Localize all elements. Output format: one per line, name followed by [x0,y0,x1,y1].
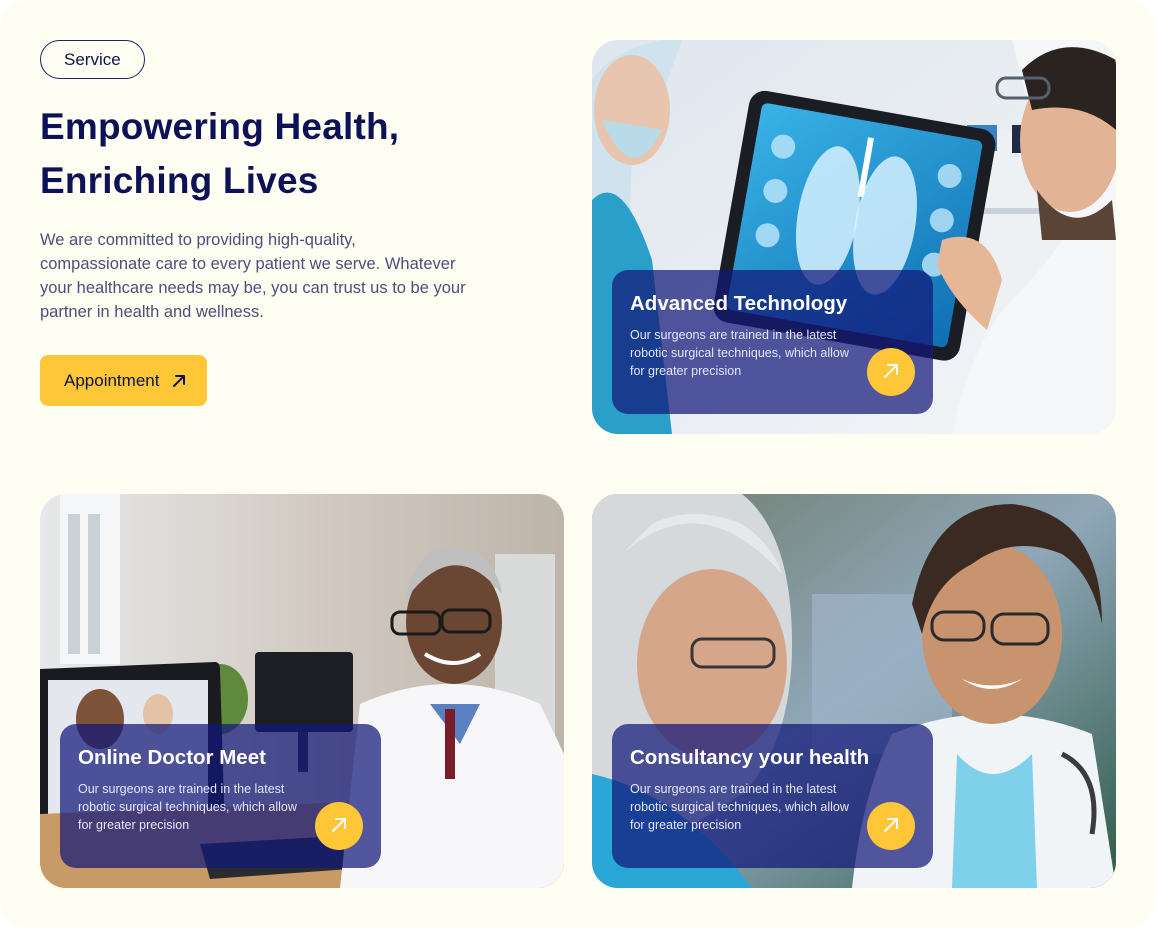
card-description: Our surgeons are trained in the latest r… [630,782,849,832]
card-open-button[interactable] [867,802,915,850]
headline-line-2: Enriching Lives [40,160,319,201]
headline-line-1: Empowering Health, [40,106,400,147]
card-title: Online Doctor Meet [78,746,266,769]
services-section: Service Empowering Health, Enriching Liv… [0,0,1156,928]
card-open-button[interactable] [867,348,915,396]
card-description: Our surgeons are trained in the latest r… [78,782,297,832]
service-tag: Service [40,40,145,79]
card-title: Advanced Technology [630,292,848,315]
appointment-button[interactable]: Appointment [40,355,208,406]
arrow-up-right-icon [882,362,900,383]
card-info-panel: Consultancy your health Our surgeons are… [612,724,933,868]
card-info-panel: Online Doctor Meet Our surgeons are trai… [60,724,381,868]
arrow-up-right-icon [882,816,900,837]
intro-description: We are committed to providing high-quali… [40,231,466,321]
card-open-button[interactable] [315,802,363,850]
page-title: Empowering Health, Enriching Lives [40,100,480,208]
card-consultancy-health[interactable]: Consultancy your health Our surgeons are… [592,494,1116,888]
arrow-up-right-icon [330,816,348,837]
card-advanced-technology[interactable]: Advanced Technology Our surgeons are tra… [592,40,1116,434]
card-info-panel: Advanced Technology Our surgeons are tra… [612,270,933,414]
intro-block: Service Empowering Health, Enriching Liv… [40,40,480,406]
card-description: Our surgeons are trained in the latest r… [630,328,849,378]
arrow-up-right-icon [171,373,187,389]
appointment-button-label: Appointment [64,370,160,390]
card-title: Consultancy your health [630,746,870,769]
card-online-doctor-meet[interactable]: Online Doctor Meet Our surgeons are trai… [40,494,564,888]
